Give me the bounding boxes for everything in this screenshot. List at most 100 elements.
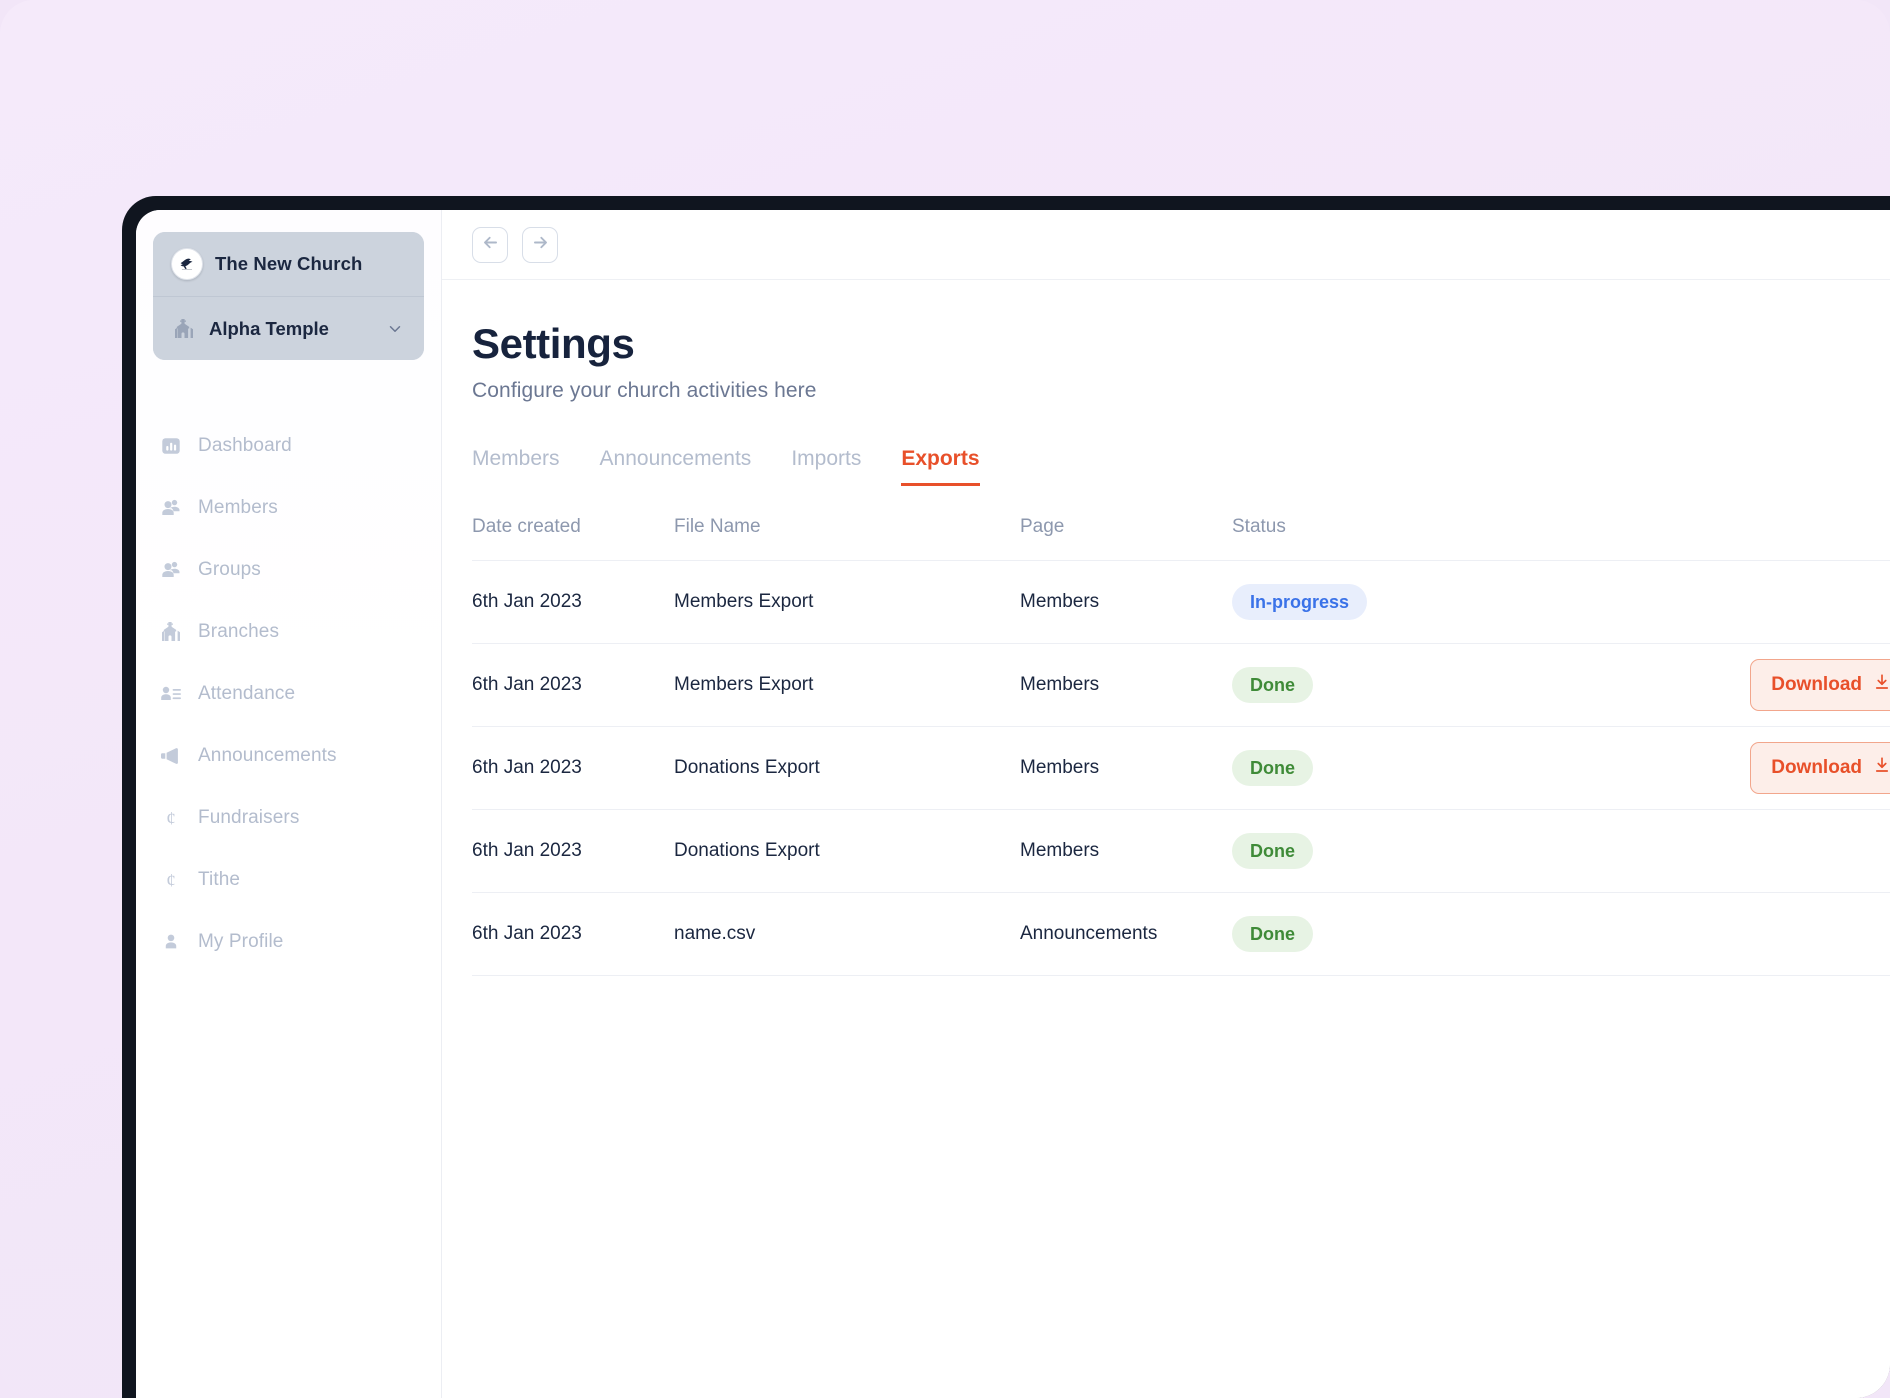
cell-page: Members xyxy=(1020,809,1232,894)
cell-file-name: Members Export xyxy=(674,560,1020,645)
sidebar-item-label: Branches xyxy=(198,621,280,642)
table-header-row: Date created File Name Page Status xyxy=(472,516,1890,562)
table-row: 6th Jan 2023 Donations Export Members Do… xyxy=(472,726,1890,811)
download-button-label: Download xyxy=(1771,674,1862,696)
cent-currency-icon: ¢ xyxy=(158,867,184,893)
cell-action xyxy=(1482,560,1890,645)
column-header-page: Page xyxy=(1020,516,1232,562)
column-header-file-name: File Name xyxy=(674,516,1020,562)
cell-date-created: 6th Jan 2023 xyxy=(472,560,674,645)
tab-members[interactable]: Members xyxy=(472,447,560,486)
sidebar-item-label: Fundraisers xyxy=(198,807,300,828)
column-header-actions xyxy=(1482,516,1890,562)
table-header: Date created File Name Page Status xyxy=(472,516,1890,562)
arrow-left-icon xyxy=(481,233,500,257)
arrow-right-icon xyxy=(531,233,550,257)
person-list-icon xyxy=(158,681,184,707)
sidebar-item-announcements[interactable]: Announcements xyxy=(136,736,441,776)
tab-announcements[interactable]: Announcements xyxy=(600,447,752,486)
sidebar-nav: Dashboard Members Groups Branches Attend… xyxy=(136,426,441,962)
status-badge: Done xyxy=(1232,667,1313,704)
table-row: 6th Jan 2023 Members Export Members Done… xyxy=(472,643,1890,728)
sidebar-item-label: My Profile xyxy=(198,931,284,952)
cell-file-name: name.csv xyxy=(674,892,1020,977)
status-badge: Done xyxy=(1232,750,1313,787)
sidebar-item-dashboard[interactable]: Dashboard xyxy=(136,426,441,466)
column-header-date-created: Date created xyxy=(472,516,674,562)
column-header-status: Status xyxy=(1232,516,1482,562)
cell-action: Download xyxy=(1482,643,1890,728)
cell-action xyxy=(1482,892,1890,977)
sidebar-item-attendance[interactable]: Attendance xyxy=(136,674,441,714)
sidebar-item-label: Attendance xyxy=(198,683,296,704)
cell-page: Members xyxy=(1020,643,1232,728)
cell-page: Announcements xyxy=(1020,892,1232,977)
table-body: 6th Jan 2023 Members Export Members In-p… xyxy=(472,560,1890,977)
church-icon xyxy=(158,619,184,645)
tab-exports[interactable]: Exports xyxy=(901,447,980,487)
cell-page: Members xyxy=(1020,560,1232,645)
sidebar: The New Church Alpha Temple Dashboard Me… xyxy=(136,210,442,1398)
svg-text:¢: ¢ xyxy=(166,809,176,830)
megaphone-icon xyxy=(158,743,184,769)
sidebar-item-fundraisers[interactable]: ¢ Fundraisers xyxy=(136,798,441,838)
org-switcher: The New Church Alpha Temple xyxy=(153,232,424,360)
download-button[interactable]: Download xyxy=(1750,659,1890,712)
table-row: 6th Jan 2023 name.csv Announcements Done xyxy=(472,892,1890,977)
organization-row[interactable]: The New Church xyxy=(153,232,424,296)
download-icon xyxy=(1873,673,1890,697)
table-row: 6th Jan 2023 Donations Export Members Do… xyxy=(472,809,1890,894)
people-group-icon xyxy=(158,495,184,521)
branch-name: Alpha Temple xyxy=(209,317,329,339)
forward-button[interactable] xyxy=(522,226,558,263)
page-content: Settings Configure your church activitie… xyxy=(442,280,1890,977)
person-icon xyxy=(158,929,184,955)
cell-status: Done xyxy=(1232,643,1482,728)
cell-date-created: 6th Jan 2023 xyxy=(472,892,674,977)
sidebar-item-label: Members xyxy=(198,497,278,518)
sidebar-item-label: Groups xyxy=(198,559,261,580)
sidebar-item-label: Dashboard xyxy=(198,435,292,456)
device-frame: The New Church Alpha Temple Dashboard Me… xyxy=(122,196,1890,1398)
cell-date-created: 6th Jan 2023 xyxy=(472,726,674,811)
sidebar-item-members[interactable]: Members xyxy=(136,488,441,528)
people-group-icon xyxy=(158,557,184,583)
cell-date-created: 6th Jan 2023 xyxy=(472,643,674,728)
status-badge: Done xyxy=(1232,833,1313,870)
cent-currency-icon: ¢ xyxy=(158,805,184,831)
branch-selector[interactable]: Alpha Temple xyxy=(153,296,424,360)
top-navigation-bar xyxy=(442,210,1890,280)
church-icon xyxy=(171,316,197,342)
sidebar-item-my-profile[interactable]: My Profile xyxy=(136,922,441,962)
page-root: The New Church Alpha Temple Dashboard Me… xyxy=(0,0,1890,1398)
download-button-label: Download xyxy=(1771,757,1862,779)
download-button[interactable]: Download xyxy=(1750,742,1890,795)
back-button[interactable] xyxy=(472,226,508,263)
dove-logo-icon xyxy=(171,248,203,280)
download-icon xyxy=(1873,756,1890,780)
cell-file-name: Members Export xyxy=(674,643,1020,728)
sidebar-item-label: Announcements xyxy=(198,745,337,766)
sidebar-item-groups[interactable]: Groups xyxy=(136,550,441,590)
settings-tabs: Members Announcements Imports Exports xyxy=(472,447,1890,487)
cell-file-name: Donations Export xyxy=(674,809,1020,894)
status-badge: Done xyxy=(1232,916,1313,953)
status-badge: In-progress xyxy=(1232,584,1368,621)
svg-text:¢: ¢ xyxy=(166,871,176,892)
main-content: Settings Configure your church activitie… xyxy=(442,210,1890,1398)
sidebar-item-tithe[interactable]: ¢ Tithe xyxy=(136,860,441,900)
cell-status: In-progress xyxy=(1232,560,1482,645)
sidebar-item-branches[interactable]: Branches xyxy=(136,612,441,652)
sidebar-item-label: Tithe xyxy=(198,869,241,890)
organization-name: The New Church xyxy=(215,253,363,274)
table-row: 6th Jan 2023 Members Export Members In-p… xyxy=(472,560,1890,645)
cell-action: Download xyxy=(1482,726,1890,811)
cell-action xyxy=(1482,809,1890,894)
tab-imports[interactable]: Imports xyxy=(791,447,861,486)
cell-page: Members xyxy=(1020,726,1232,811)
app-screen: The New Church Alpha Temple Dashboard Me… xyxy=(136,210,1890,1398)
cell-status: Done xyxy=(1232,809,1482,894)
page-subtitle: Configure your church activities here xyxy=(472,379,817,403)
cell-status: Done xyxy=(1232,726,1482,811)
chevron-down-icon[interactable] xyxy=(386,320,404,338)
